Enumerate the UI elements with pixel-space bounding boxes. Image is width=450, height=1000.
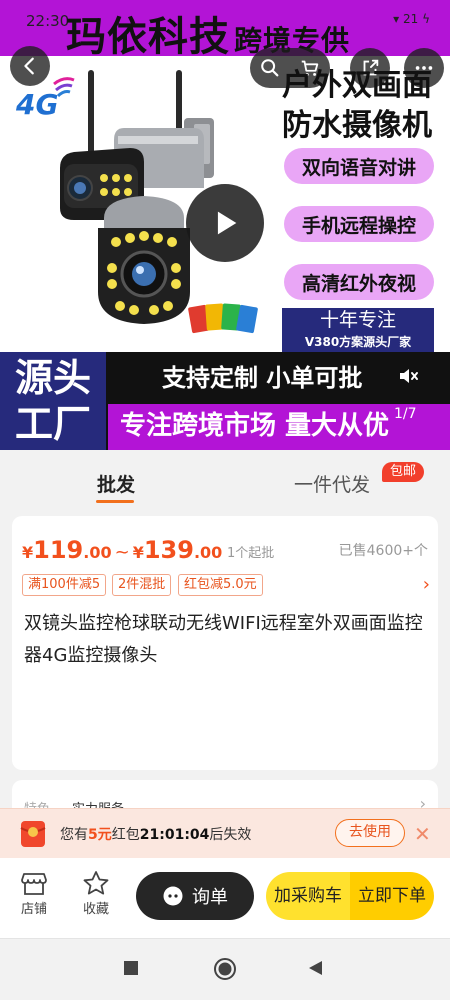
- decade-line-2: V380方案源头厂家: [304, 335, 412, 349]
- battery-icon: ϟ: [422, 12, 430, 26]
- recents-icon[interactable]: [122, 959, 140, 977]
- source-line-2: 工厂: [14, 402, 91, 446]
- system-navigation-bar: [0, 938, 450, 1000]
- sold-count: 已售4600+个: [338, 543, 428, 559]
- headline-line-1: 户外双画面: [282, 68, 432, 103]
- source-line-1: 源头: [14, 356, 91, 400]
- product-detail-page: 22:30 ▾ 21 ϟ 玛依科技 跨境专供 4G 户外双画面 防水摄像机 双向…: [0, 0, 450, 1000]
- tab-wholesale[interactable]: 批发: [97, 470, 135, 497]
- coupon-tag[interactable]: 红包减5.0元: [178, 574, 263, 596]
- brand-name: 玛依科技: [66, 14, 230, 60]
- price-high: 139: [143, 536, 194, 564]
- store-button[interactable]: 店铺: [20, 870, 48, 917]
- price-range-separator: ~: [114, 542, 130, 563]
- mute-icon[interactable]: [396, 364, 420, 388]
- coupon-tag[interactable]: 2件混批: [112, 574, 172, 596]
- inquiry-label: 询单: [192, 887, 228, 908]
- buy-now-button[interactable]: 立即下单: [350, 872, 434, 920]
- home-icon[interactable]: [213, 957, 237, 981]
- currency-symbol: ¥: [132, 543, 144, 562]
- banner-top-text: 支持定制 小单可批: [162, 364, 363, 392]
- currency-symbol: ¥: [22, 543, 34, 562]
- chat-icon: [163, 886, 183, 906]
- headline-line-2: 防水摄像机: [282, 108, 432, 143]
- wifi-icon: ▾: [393, 12, 400, 26]
- store-label: 店铺: [20, 902, 47, 917]
- feature-pill: 双向语音对讲: [284, 148, 434, 184]
- feature-pill: 手机远程操控: [284, 206, 434, 242]
- chevron-right-icon[interactable]: ›: [423, 574, 430, 595]
- decade-line-1: 十年专注: [319, 309, 396, 331]
- status-time: 22:30: [26, 12, 70, 30]
- image-page-indicator: 1/7: [394, 406, 417, 422]
- red-packet-reminder: 您有5元红包21:01:04后失效 去使用 ✕: [0, 808, 450, 858]
- red-packet-countdown: 21:01:04: [139, 827, 210, 843]
- price-low-decimal: .00: [83, 543, 112, 562]
- product-image-carousel[interactable]: 22:30 ▾ 21 ϟ 玛依科技 跨境专供 4G 户外双画面 防水摄像机 双向…: [0, 0, 450, 450]
- red-packet-amount: 5元: [88, 827, 112, 843]
- add-to-cart-button[interactable]: 加采购车: [266, 872, 350, 920]
- store-icon: [21, 873, 47, 895]
- close-icon[interactable]: ✕: [414, 822, 431, 846]
- purchase-mode-tabs: 批发 一件代发 包邮: [0, 450, 450, 508]
- coupon-tag[interactable]: 满100件减5: [22, 574, 107, 596]
- sim-cards-image: [188, 303, 258, 334]
- tab-dropship[interactable]: 一件代发: [294, 470, 370, 497]
- play-video-button[interactable]: [186, 184, 264, 262]
- product-title: 双镜头监控枪球联动无线WIFI远程室外双画面监控器4G监控摄像头: [24, 613, 423, 666]
- hero-headline: 户外双画面 防水摄像机: [268, 66, 446, 146]
- bottom-action-bar: 店铺 收藏 询单 加采购车 立即下单: [0, 858, 450, 938]
- back-triangle-icon[interactable]: [306, 959, 324, 977]
- red-packet-text: 您有5元红包21:01:04后失效: [60, 824, 251, 844]
- red-packet-suffix: 后失效: [209, 827, 252, 843]
- favorite-button[interactable]: 收藏: [82, 870, 110, 917]
- battery-level: 21: [402, 12, 419, 26]
- star-icon: [83, 871, 109, 895]
- price-low: 119: [33, 536, 84, 564]
- red-packet-icon: [20, 821, 46, 847]
- product-info-card: ¥119.00 ~ ¥139.00 1个起批 已售4600+个 满100件减5 2件…: [12, 516, 438, 770]
- source-factory-box: 源头 工厂: [0, 352, 106, 450]
- use-red-packet-button[interactable]: 去使用: [335, 819, 405, 847]
- minimum-order: 1个起批: [227, 546, 275, 561]
- red-packet-prefix: 您有: [60, 827, 88, 843]
- free-shipping-badge: 包邮: [382, 462, 425, 482]
- purchase-buttons: 加采购车 立即下单: [266, 872, 434, 920]
- inquiry-button[interactable]: 询单: [136, 872, 254, 920]
- feature-pill: 高清红外夜视: [284, 264, 434, 300]
- price-range: ¥119.00 ~ ¥139.00: [22, 536, 222, 564]
- favorite-label: 收藏: [82, 902, 109, 917]
- play-icon: [217, 211, 237, 235]
- decade-badge: 十年专注 V380方案源头厂家: [282, 308, 434, 356]
- red-packet-middle: 红包: [111, 827, 140, 843]
- active-tab-underline: [96, 500, 134, 503]
- price-high-decimal: .00: [193, 543, 223, 562]
- status-icons: ▾ 21 ϟ: [393, 12, 430, 26]
